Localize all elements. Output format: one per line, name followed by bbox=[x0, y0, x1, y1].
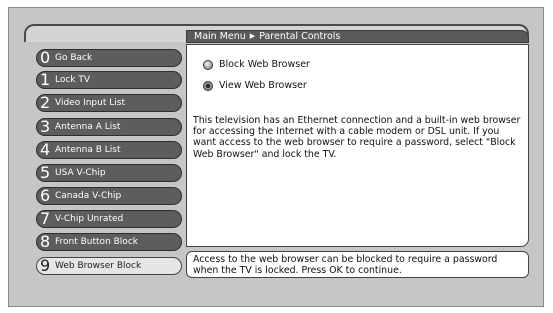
menu-item-label: Video Input List bbox=[55, 98, 125, 108]
menu-item-number: 0 bbox=[40, 48, 51, 67]
breadcrumb-current: Parental Controls bbox=[259, 31, 341, 42]
menu-item-number: 3 bbox=[40, 117, 51, 136]
menu-item-video-input-list[interactable]: 2 Video Input List bbox=[36, 94, 182, 112]
menu-item-label: Go Back bbox=[55, 53, 93, 63]
content-panel: Block Web Browser View Web Browser This … bbox=[186, 44, 529, 247]
option-label: View Web Browser bbox=[219, 80, 307, 91]
breadcrumb: Main Menu ▶ Parental Controls bbox=[186, 30, 529, 43]
menu-item-label: V-Chip Unrated bbox=[55, 214, 124, 224]
menu-item-label: USA V-Chip bbox=[55, 168, 106, 178]
radio-button-icon[interactable] bbox=[203, 59, 213, 70]
menu-item-label: Lock TV bbox=[55, 75, 91, 85]
menu-item-number: 9 bbox=[40, 256, 51, 275]
menu-item-label: Front Button Block bbox=[55, 237, 138, 247]
option-label: Block Web Browser bbox=[219, 59, 310, 70]
option-block-web-browser[interactable]: Block Web Browser bbox=[203, 59, 310, 70]
description-text: This television has an Ethernet connecti… bbox=[193, 115, 521, 160]
breadcrumb-arrow-icon: ▶ bbox=[249, 32, 256, 40]
menu-item-number: 8 bbox=[40, 232, 51, 251]
menu-item-number: 1 bbox=[40, 70, 51, 89]
menu-item-label: Antenna A List bbox=[55, 122, 121, 132]
menu-item-number: 4 bbox=[40, 140, 51, 159]
menu-item-web-browser-block[interactable]: 9 Web Browser Block bbox=[36, 257, 182, 275]
menu-item-number: 7 bbox=[40, 209, 51, 228]
help-text: Access to the web browser can be blocked… bbox=[186, 251, 529, 278]
menu-item-usa-v-chip[interactable]: 5 USA V-Chip bbox=[36, 164, 182, 182]
menu-item-lock-tv[interactable]: 1 Lock TV bbox=[36, 71, 182, 89]
menu-item-v-chip-unrated[interactable]: 7 V-Chip Unrated bbox=[36, 210, 182, 228]
menu-item-label: Antenna B List bbox=[55, 145, 121, 155]
radio-button-selected-icon[interactable] bbox=[203, 80, 213, 91]
menu-item-front-button-block[interactable]: 8 Front Button Block bbox=[36, 233, 182, 251]
menu-item-antenna-b-list[interactable]: 4 Antenna B List bbox=[36, 141, 182, 159]
menu-item-number: 2 bbox=[40, 93, 51, 112]
menu-item-go-back[interactable]: 0 Go Back bbox=[36, 49, 182, 67]
menu-item-number: 5 bbox=[40, 163, 51, 182]
breadcrumb-root: Main Menu bbox=[194, 31, 246, 42]
option-view-web-browser[interactable]: View Web Browser bbox=[203, 80, 307, 91]
menu-item-label: Web Browser Block bbox=[55, 261, 142, 271]
menu-item-number: 6 bbox=[40, 186, 51, 205]
menu-item-antenna-a-list[interactable]: 3 Antenna A List bbox=[36, 118, 182, 136]
menu-item-canada-v-chip[interactable]: 6 Canada V-Chip bbox=[36, 187, 182, 205]
menu-item-label: Canada V-Chip bbox=[55, 191, 122, 201]
